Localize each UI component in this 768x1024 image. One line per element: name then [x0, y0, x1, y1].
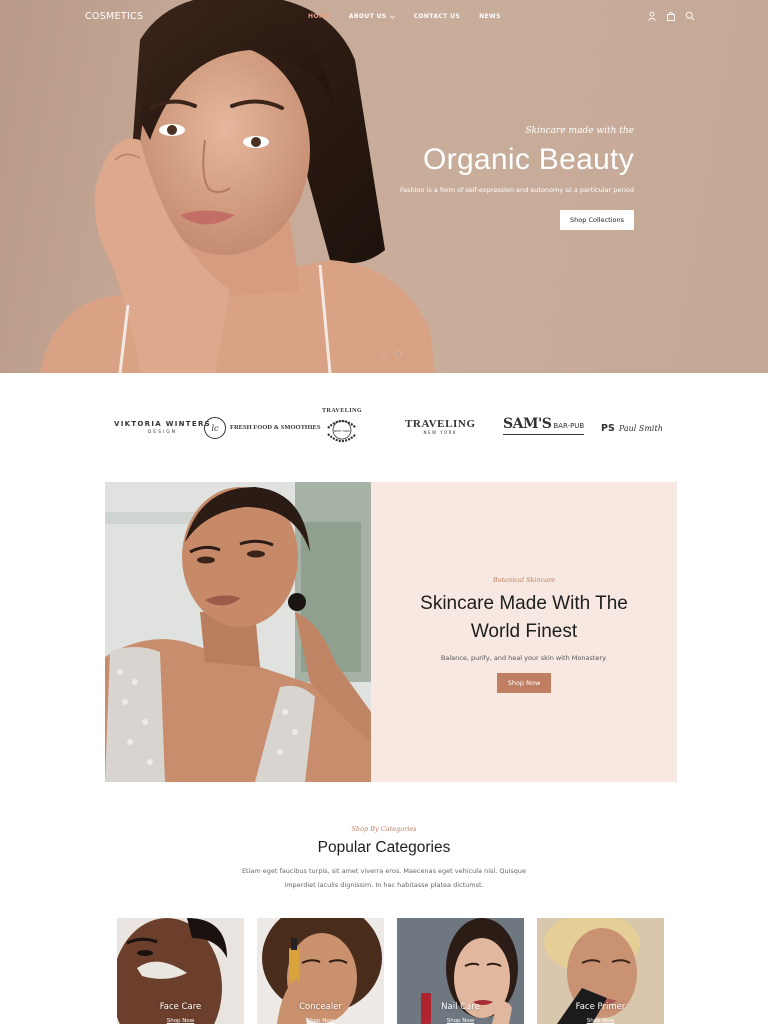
categories-title: Popular Categories: [317, 839, 451, 856]
feature-shop-now-button[interactable]: Shop Now: [496, 673, 552, 694]
category-shop-now-link[interactable]: Shop Now: [117, 1018, 244, 1024]
feature-title: Skincare Made With The World Finest: [371, 590, 677, 645]
nav-home[interactable]: HOME: [308, 13, 330, 20]
hero-description: Fashion is a form of self-expression and…: [399, 186, 634, 194]
brand-name: FRESH FOOD & SMOOTHIES: [230, 423, 321, 431]
slider-dot-2[interactable]: [395, 351, 401, 357]
brand-sub: NEW YORK: [334, 429, 351, 433]
circular-badge-icon: NEW YORK: [327, 419, 357, 443]
brand-name: VIKTORIA WINTERS: [114, 420, 211, 428]
user-icon[interactable]: [647, 11, 657, 21]
feature-kicker: Botanical Skincare: [492, 576, 556, 584]
nav-contact-us[interactable]: CONTACT US: [414, 13, 461, 20]
categories-kicker: Shop By Categories: [351, 825, 417, 833]
brand-name: TRAVELING: [405, 418, 476, 430]
hero-title: Organic Beauty: [423, 143, 634, 176]
categories-description-line-2: imperdiet iaculis dignissim. In hac habi…: [284, 880, 484, 889]
feature-title-line-1: Skincare Made With The: [420, 593, 628, 614]
brand-logo-traveling[interactable]: TRAVELING NEW YORK: [405, 418, 476, 435]
hero-text-block: Skincare made with the Organic Beauty Fa…: [400, 126, 634, 230]
slider-dots: [381, 351, 401, 357]
feature-title-line-2: World Finest: [470, 620, 578, 642]
feature-banner: Botanical Skincare Skincare Made With Th…: [105, 482, 677, 782]
brand-script: Paul Smith: [618, 424, 663, 433]
bag-icon[interactable]: [666, 11, 676, 21]
hero-tagline: Skincare made with the: [525, 126, 634, 136]
brand-logos-strip: VIKTORIA WINTERS DESIGN lc FRESH FOOD & …: [0, 373, 768, 483]
hero-model-image: [40, 0, 435, 373]
categories-header: Shop By Categories Popular Categories Et…: [0, 825, 768, 892]
category-card-face-primer[interactable]: Face Primer Shop Now: [537, 918, 664, 1024]
category-shop-now-link[interactable]: Shop Now: [257, 1018, 384, 1024]
category-cards: Face Care Shop Now Concealer Shop Now Na…: [117, 918, 664, 1024]
feature-description: Balance, purify, and heal your skin with…: [440, 654, 608, 663]
brand-name: SAM'S: [503, 416, 552, 432]
category-title: Concealer: [299, 1002, 342, 1012]
category-title: Nail Care: [441, 1002, 480, 1012]
brand-sub: BAR-PUB: [553, 422, 585, 430]
category-card-nail-care[interactable]: Nail Care Shop Now: [397, 918, 524, 1024]
nav-news[interactable]: NEWS: [479, 13, 501, 20]
main-menu: HOME ABOUT US CONTACT US NEWS: [308, 13, 501, 20]
feature-content-panel: Botanical Skincare Skincare Made With Th…: [371, 482, 677, 782]
shop-collections-button[interactable]: Shop Collections: [560, 210, 634, 230]
category-shop-now-link[interactable]: Shop Now: [397, 1018, 524, 1024]
category-title: Face Primer: [575, 1002, 626, 1012]
top-navbar: COSMETICS HOME ABOUT US CONTACT US NEWS: [0, 0, 768, 34]
slider-dot-1[interactable]: [381, 351, 387, 357]
brand-logo-traveling-circular[interactable]: NEW YORK TRAVELING: [322, 408, 363, 454]
nav-about-us[interactable]: ABOUT US: [349, 13, 395, 20]
category-card-concealer[interactable]: Concealer Shop Now: [257, 918, 384, 1024]
brand-logo-paul-smith[interactable]: PS Paul Smith: [601, 423, 663, 434]
site-logo[interactable]: COSMETICS: [85, 11, 143, 22]
brand-logo-viktoria-winters[interactable]: VIKTORIA WINTERS DESIGN: [114, 420, 211, 435]
nav-about-us-label: ABOUT US: [348, 13, 387, 20]
categories-description: Etiam eget faucibus turpis, sit amet viv…: [0, 865, 768, 892]
brand-name: TRAVELING: [322, 408, 363, 414]
category-card-face-care[interactable]: Face Care Shop Now: [117, 918, 244, 1024]
brand-logo-sams[interactable]: SAM'S BAR-PUB: [503, 416, 585, 435]
header-icons: [647, 11, 695, 21]
brand-logo-fresh-food[interactable]: lc FRESH FOOD & SMOOTHIES: [204, 417, 320, 439]
category-title: Face Care: [159, 1002, 202, 1012]
brand-mark: lc: [204, 417, 226, 439]
search-icon[interactable]: [685, 11, 695, 21]
feature-model-image: [105, 482, 371, 782]
hero-banner: COSMETICS HOME ABOUT US CONTACT US NEWS …: [0, 0, 768, 373]
categories-description-line-1: Etiam eget faucibus turpis, sit amet viv…: [241, 867, 527, 875]
category-shop-now-link[interactable]: Shop Now: [537, 1018, 664, 1024]
brand-sub: NEW YORK: [423, 430, 458, 435]
chevron-down-icon: [389, 15, 395, 19]
brand-sub: DESIGN: [147, 430, 178, 435]
brand-name: PS: [601, 423, 615, 434]
